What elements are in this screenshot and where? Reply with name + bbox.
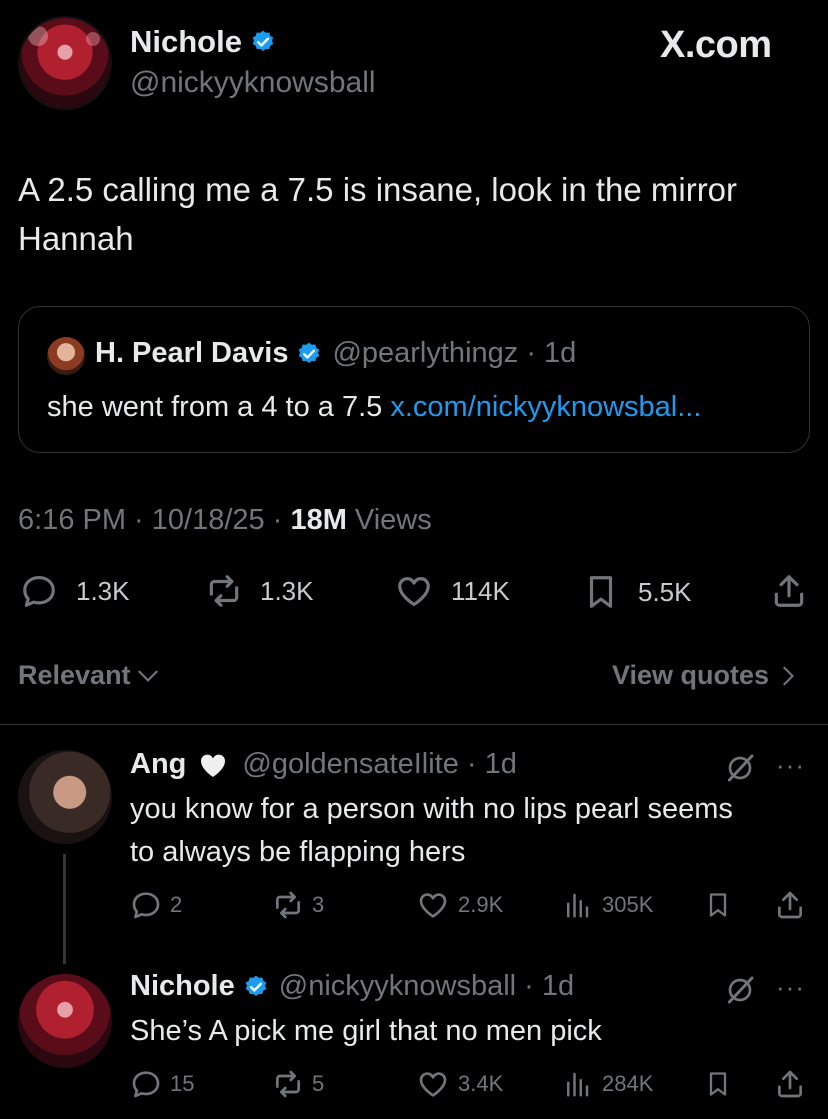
like-count: 2.9K	[458, 892, 504, 917]
author-name[interactable]: Nichole	[130, 24, 242, 60]
repost-button[interactable]: 1.3K	[202, 572, 314, 610]
view-quotes-link[interactable]: View quotes	[612, 660, 799, 691]
views-icon	[562, 889, 592, 921]
share-icon	[774, 889, 806, 921]
views-count: 284K	[602, 1071, 654, 1096]
reply-text-line: to always be flapping hers	[130, 836, 466, 868]
reply-author-meta[interactable]: @nickyyknowsball · 1d	[279, 970, 574, 1003]
heart-icon	[416, 889, 450, 921]
reply-like-button[interactable]: 2.9K	[416, 889, 503, 921]
views-label: Views	[346, 504, 432, 536]
reply-views-button[interactable]: 305K	[562, 889, 653, 921]
verified-badge-icon	[250, 29, 276, 55]
like-button[interactable]: 114K	[393, 572, 510, 610]
reply-button[interactable]: 1.3K	[20, 572, 130, 610]
more-options-icon[interactable]: ···	[776, 972, 805, 1003]
tweet-timestamp-row: 6:16 PM · 10/18/25 · 18M Views	[18, 504, 432, 537]
quoted-text: she went from a 4 to a 7.5	[47, 391, 391, 423]
like-count: 3.4K	[458, 1071, 504, 1096]
quoted-link[interactable]: x.com/nickyyknowsbal...	[390, 391, 701, 423]
reply-reply-button[interactable]: 15	[130, 1068, 194, 1100]
tweet-text-line: Hannah	[18, 220, 134, 257]
reply-count: 15	[170, 1071, 195, 1096]
share-icon	[774, 1068, 806, 1100]
reply-views-button[interactable]: 284K	[562, 1068, 653, 1100]
reply-count: 1.3K	[76, 575, 130, 606]
reply-icon	[130, 1068, 162, 1100]
tweet-timestamp[interactable]: 6:16 PM · 10/18/25 ·	[18, 504, 290, 536]
reply-text: you know for a person with no lips pearl…	[130, 788, 810, 874]
reply-count: 2	[170, 892, 183, 917]
quoted-tweet-card[interactable]: H. Pearl Davis @pearlythingz · 1d she we…	[18, 306, 810, 453]
bookmark-icon	[704, 889, 732, 921]
reply-share-button[interactable]	[774, 889, 806, 921]
reply-author-name[interactable]: Nichole	[130, 970, 235, 1003]
heart-icon	[393, 572, 435, 610]
sort-dropdown[interactable]: Relevant	[18, 660, 161, 691]
bookmark-button[interactable]: 5.5K	[582, 572, 692, 612]
reply-reply-button[interactable]: 2	[130, 889, 182, 921]
bookmark-icon	[704, 1068, 732, 1100]
reply-author-name[interactable]: Ang	[130, 748, 186, 781]
reply-author-avatar[interactable]	[18, 974, 112, 1068]
quoted-author-name: H. Pearl Davis	[95, 337, 289, 369]
bookmark-count: 5.5K	[638, 576, 692, 607]
sort-label: Relevant	[18, 660, 131, 690]
grok-icon[interactable]	[724, 752, 756, 789]
share-button[interactable]	[770, 572, 808, 610]
site-watermark: X.com	[660, 24, 772, 66]
white-heart-icon	[196, 749, 230, 781]
tweet-text: A 2.5 calling me a 7.5 is insane, look i…	[18, 165, 818, 263]
bookmark-icon	[582, 572, 620, 612]
repost-count: 3	[312, 892, 325, 917]
share-icon	[770, 572, 808, 610]
chevron-down-icon	[135, 663, 161, 689]
author-handle[interactable]: @nickyyknowsball	[130, 66, 376, 100]
more-options-icon[interactable]: ···	[776, 750, 805, 781]
repost-icon	[202, 572, 246, 610]
reply-like-button[interactable]: 3.4K	[416, 1068, 503, 1100]
verified-badge-icon	[243, 973, 269, 1000]
reply-bookmark-button[interactable]	[704, 1068, 732, 1100]
thread-line	[63, 854, 66, 964]
repost-icon	[270, 889, 306, 921]
reply-header: Ang @goldensateIlite · 1d	[130, 748, 517, 781]
reply-bookmark-button[interactable]	[704, 889, 732, 921]
reply-text-line: you know for a person with no lips pearl…	[130, 793, 733, 825]
reply-repost-button[interactable]: 3	[270, 889, 324, 921]
reply-author-avatar[interactable]	[18, 750, 112, 844]
reply-icon	[20, 572, 58, 610]
chevron-right-icon	[777, 663, 799, 689]
author-name-row[interactable]: Nichole	[130, 24, 276, 60]
repost-count: 5	[312, 1071, 325, 1096]
views-icon	[562, 1068, 592, 1100]
reply-header: Nichole @nickyyknowsball · 1d	[130, 970, 574, 1003]
reply-text: She’s A pick me girl that no men pick	[130, 1010, 810, 1053]
reply-author-meta[interactable]: @goldensateIlite · 1d	[242, 748, 517, 781]
heart-icon	[416, 1068, 450, 1100]
view-quotes-label: View quotes	[612, 660, 770, 690]
grok-icon[interactable]	[724, 974, 756, 1011]
views-count: 18M	[290, 504, 347, 536]
verified-badge-icon	[296, 340, 322, 367]
reply-share-button[interactable]	[774, 1068, 806, 1100]
author-avatar[interactable]	[18, 16, 112, 110]
reply-icon	[130, 889, 162, 921]
views-count: 305K	[602, 892, 654, 917]
quoted-author-avatar	[47, 337, 85, 375]
quoted-author-row: H. Pearl Davis @pearlythingz · 1d	[95, 337, 576, 370]
divider	[0, 724, 828, 725]
reply-repost-button[interactable]: 5	[270, 1068, 324, 1100]
quoted-tweet-text: she went from a 4 to a 7.5 x.com/nickyyk…	[47, 391, 701, 424]
tweet-text-line: A 2.5 calling me a 7.5 is insane, look i…	[18, 171, 738, 208]
repost-count: 1.3K	[260, 575, 314, 606]
quoted-author-meta: @pearlythingz · 1d	[332, 337, 577, 369]
repost-icon	[270, 1068, 306, 1100]
reply-text-line: She’s A pick me girl that no men pick	[130, 1015, 602, 1047]
like-count: 114K	[451, 575, 510, 606]
